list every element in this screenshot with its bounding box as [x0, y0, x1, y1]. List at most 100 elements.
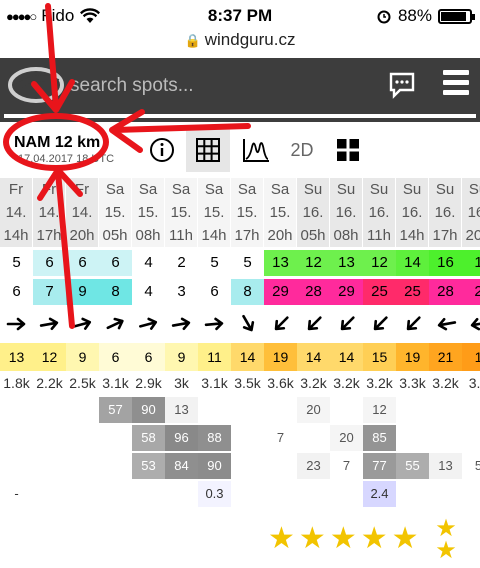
- cloud-low-cell: 7: [330, 453, 363, 479]
- cloud-high-cell: [396, 397, 429, 423]
- precipitation-cell: [396, 481, 429, 507]
- chat-icon[interactable]: [388, 71, 416, 99]
- day-cell: Fr: [33, 178, 66, 201]
- temperature-cell: 14: [231, 343, 264, 371]
- freezing-level-row: 1.8k 2.2k 2.5k 3.1k 2.9k 3k 3.1k 3.5k 3.6k 3.2k 3.…: [0, 371, 480, 395]
- search-input[interactable]: search spots...: [70, 72, 300, 100]
- cloud-low-cell: [264, 453, 297, 479]
- cloud-mid-cell: 96: [165, 425, 198, 451]
- date-cell: 15.: [165, 201, 198, 224]
- menu-icon[interactable]: [443, 70, 469, 100]
- wind-direction-arrow-icon: [264, 307, 297, 341]
- star-icon: ★: [391, 522, 419, 555]
- model-name[interactable]: NAM 12 km: [14, 134, 100, 152]
- wind-direction-arrow-icon: [165, 307, 198, 341]
- freezing-level-cell: 3.3k: [399, 375, 426, 391]
- wind-speed-cell: 16: [429, 250, 462, 276]
- date-cell: 15.: [231, 201, 264, 224]
- hour-cell: 11h: [165, 224, 198, 247]
- temperature-cell: 21: [429, 343, 462, 371]
- precipitation-cell: 0.3: [198, 481, 231, 507]
- hour-cell: 08h: [330, 224, 363, 247]
- precipitation-cell: [231, 481, 264, 507]
- tiles-view-button[interactable]: [326, 128, 370, 172]
- cloud-mid-cell: [462, 425, 480, 451]
- hour-cell: 14h: [198, 224, 231, 247]
- wind-gust-cell: 6: [0, 279, 33, 305]
- hour-cell: 11h: [363, 224, 396, 247]
- hour-cell: 08h: [132, 224, 165, 247]
- rating-star-stack: ★ ★: [435, 515, 457, 564]
- hour-cell: 14h: [396, 224, 429, 247]
- wind-gust-cell: 28: [297, 279, 330, 305]
- cloud-low-cell: [33, 453, 66, 479]
- cloud-low-cell: [231, 453, 264, 479]
- cloud-low-cell: 77: [363, 453, 396, 479]
- windguru-logo-icon[interactable]: [6, 66, 66, 104]
- wind-gust-cell: 7: [33, 279, 66, 305]
- freezing-level-cell: 3.2k: [300, 375, 327, 391]
- freezing-level-cell: 2.5k: [69, 375, 96, 391]
- temperature-cell: 9: [165, 343, 198, 371]
- cloud-high-row: 57 90 13 20 12: [0, 397, 480, 423]
- day-cell: Sa: [132, 178, 165, 201]
- temperature-cell: 6: [99, 343, 132, 371]
- precipitation-cell: [33, 481, 66, 507]
- star-icon: ★: [268, 522, 295, 555]
- day-cell: Su: [396, 178, 429, 201]
- precipitation-cell: [264, 481, 297, 507]
- freezing-level-cell: 3.2k: [432, 375, 459, 391]
- date-cell: 14.: [0, 201, 33, 224]
- cloud-high-cell: [66, 397, 99, 423]
- temperature-cell: 19: [396, 343, 429, 371]
- cloud-high-cell: 13: [165, 397, 198, 423]
- forecast-table: FrFrFrSaSaSaSaSaSaSuSuSuSuSuSu 14.14.14.…: [0, 178, 480, 507]
- info-icon: [150, 138, 174, 162]
- cloud-high-cell: 20: [297, 397, 330, 423]
- 2d-view-button[interactable]: 2D: [280, 128, 324, 172]
- hour-cell: 17h: [33, 224, 66, 247]
- wind-gust-cell: 28: [429, 279, 462, 305]
- star-icon: ★: [329, 522, 357, 555]
- day-cell: Fr: [0, 178, 33, 201]
- cloud-low-cell: 5: [462, 453, 480, 479]
- day-cell: Su: [429, 178, 462, 201]
- table-view-button[interactable]: [186, 128, 230, 172]
- precipitation-cell: [429, 481, 462, 507]
- cloud-mid-cell: [297, 425, 330, 451]
- hour-row: 14h 17h 20h 05h 08h 11h 14h 17h 20h 05h 08h 11h 14h 1…: [0, 224, 480, 247]
- wind-speed-cell: 1: [462, 250, 480, 276]
- date-cell: 14.: [66, 201, 99, 224]
- info-button[interactable]: [140, 128, 184, 172]
- freezing-level-cell: 3.2k: [333, 375, 360, 391]
- precipitation-row: - 0.3 2.4: [0, 481, 480, 507]
- wind-speed-cell: 5: [198, 250, 231, 276]
- date-cell: 15.: [198, 201, 231, 224]
- freezing-level-cell: 2.2k: [36, 375, 63, 391]
- wind-speed-cell: 12: [363, 250, 396, 276]
- url-text: windguru.cz: [204, 30, 296, 49]
- freezing-level-cell: 3k: [174, 375, 189, 391]
- wind-speed-cell: 13: [264, 250, 297, 276]
- date-cell: 15.: [99, 201, 132, 224]
- url-bar[interactable]: 🔒 windguru.cz: [0, 30, 480, 56]
- forecast-toolbar: NAM 12 km 17.04.2017 18 UTC 2D: [0, 124, 480, 176]
- wind-speed-cell: 13: [330, 250, 363, 276]
- graph-view-button[interactable]: [234, 128, 278, 172]
- date-cell: 16.: [363, 201, 396, 224]
- wind-speed-cell: 6: [99, 250, 132, 276]
- wind-direction-arrow-icon: [297, 307, 330, 341]
- cloud-high-cell: [330, 397, 363, 423]
- star-icon: ★: [298, 522, 326, 555]
- hour-cell: 17h: [231, 224, 264, 247]
- wind-direction-arrow-icon: [33, 307, 66, 341]
- cloud-high-cell: [0, 397, 33, 423]
- model-run-time: 17.04.2017 18 UTC: [18, 153, 115, 165]
- cloud-high-cell: 90: [132, 397, 165, 423]
- date-cell: 16.: [429, 201, 462, 224]
- wind-direction-arrow-icon: [0, 307, 33, 341]
- date-cell: 16.: [297, 201, 330, 224]
- cloud-low-cell: 13: [429, 453, 462, 479]
- cloud-low-cell: 84: [165, 453, 198, 479]
- freezing-level-cell: 2.9k: [135, 375, 162, 391]
